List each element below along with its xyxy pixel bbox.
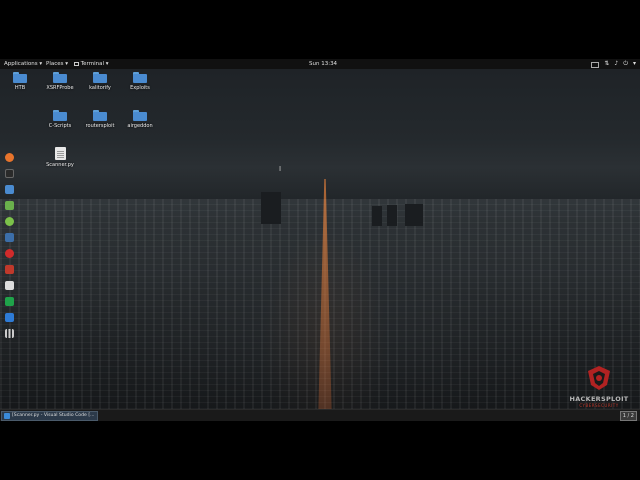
taskbar-item-vscode[interactable]: [Scanner.py - Visual Studio Code [... <box>1 411 98 421</box>
audio-icon[interactable]: ♪ <box>614 60 618 68</box>
building <box>261 192 281 224</box>
desktop-icon-label: HTB <box>14 85 26 91</box>
desktop-icon-label: Exploits <box>130 85 150 91</box>
folder-icon <box>93 72 107 83</box>
terminal-menu[interactable]: Terminal ▾ <box>74 59 109 69</box>
files-icon[interactable] <box>4 185 14 194</box>
terminal-icon[interactable] <box>4 169 14 178</box>
desktop-icon-scanner-py[interactable]: Scanner.py <box>42 147 78 168</box>
system-tray: ⇅ ♪ ⏻ ▾ <box>591 60 636 68</box>
applications-menu[interactable]: Applications ▾ <box>4 59 42 69</box>
desktop-icon-label: Scanner.py <box>46 162 74 168</box>
watermark-name: HACKERSPLOIT <box>569 395 629 403</box>
metasploit-icon[interactable] <box>4 233 14 242</box>
vscode-icon[interactable] <box>4 313 14 322</box>
screen-icon[interactable] <box>591 61 600 68</box>
text-cursor-icon: I <box>279 165 282 173</box>
folder-icon <box>13 72 27 83</box>
clock[interactable]: Sun 13:34 <box>309 59 337 69</box>
dock <box>3 153 15 345</box>
desktop-icon-label: C-Scripts <box>48 123 72 129</box>
vscode-icon <box>4 413 10 419</box>
desktop-icon-label: airgeddon <box>127 123 153 129</box>
desktop-icon-airgeddon[interactable]: airgeddon <box>122 110 158 129</box>
chevron-down-icon[interactable]: ▾ <box>633 60 636 68</box>
building <box>372 206 382 226</box>
folder-icon <box>53 110 67 121</box>
terminal-app-icon <box>74 61 79 66</box>
tools-icon[interactable] <box>4 281 14 290</box>
places-menu[interactable]: Places ▾ <box>46 59 68 69</box>
network-icon[interactable]: ⇅ <box>604 60 609 68</box>
armitage-icon[interactable] <box>4 249 14 258</box>
top-panel: Applications ▾ Places ▾ Terminal ▾ Sun 1… <box>0 59 640 69</box>
notes-icon[interactable] <box>4 201 14 210</box>
file-icon <box>54 147 66 160</box>
terminal-menu-label: Terminal ▾ <box>80 61 109 67</box>
desktop-icon-label: XSRFProbe <box>46 85 74 91</box>
folder-icon <box>93 110 107 121</box>
building <box>387 205 397 226</box>
desktop-icon-xsrfprobe[interactable]: XSRFProbe <box>42 72 78 91</box>
desktop-icon-htb[interactable]: HTB <box>2 72 38 91</box>
desktop-icon-kalitorify[interactable]: kalitorify <box>82 72 118 91</box>
folder-icon <box>53 72 67 83</box>
watermark-sub: CYBERSECURITY <box>579 403 619 408</box>
shield-icon <box>588 366 610 390</box>
taskbar-item-label: [Scanner.py - Visual Studio Code [... <box>12 413 95 418</box>
building <box>405 204 423 226</box>
folder-icon <box>133 72 147 83</box>
workspace-pager[interactable]: 1 / 2 <box>619 411 637 421</box>
desktop-icon-routersploit[interactable]: routersploit <box>82 110 118 129</box>
hourglass-icon[interactable] <box>4 297 14 306</box>
app-grid-icon[interactable] <box>4 329 14 338</box>
desktop-icon-label: routersploit <box>85 123 115 129</box>
burp-icon[interactable] <box>4 265 14 274</box>
bottom-panel: [Scanner.py - Visual Studio Code [... 1 … <box>0 409 640 421</box>
desktop-icon-exploits[interactable]: Exploits <box>122 72 158 91</box>
firefox-icon[interactable] <box>4 153 14 162</box>
power-icon[interactable]: ⏻ <box>623 60 628 68</box>
desktop-icon-c-scripts[interactable]: C-Scripts <box>42 110 78 129</box>
chat-icon[interactable] <box>4 217 14 226</box>
desktop-icon-label: kalitorify <box>89 85 111 91</box>
hackersploit-logo: HACKERSPLOIT CYBERSECURITY <box>560 365 638 409</box>
folder-icon <box>133 110 147 121</box>
